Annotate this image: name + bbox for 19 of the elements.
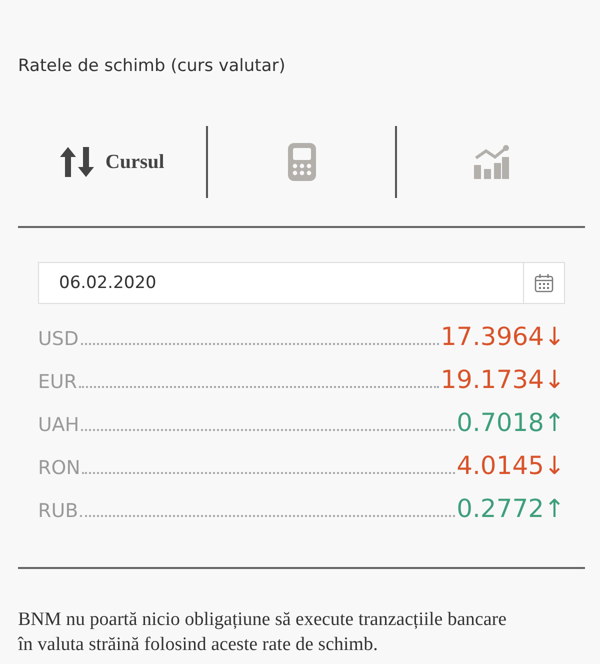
currency-code: RON xyxy=(38,457,80,479)
exchange-rate: 0.2772↑ xyxy=(456,494,565,523)
up-down-arrows-icon xyxy=(59,146,96,178)
exchange-rate: 19.1734↓ xyxy=(440,365,565,394)
currency-code: RUB xyxy=(38,500,78,522)
rates-tab[interactable]: Cursul xyxy=(18,132,206,192)
exchange-rate: 4.0145↓ xyxy=(456,451,565,480)
currency-code: UAH xyxy=(38,414,80,436)
exchange-rate: 17.3964↓ xyxy=(440,322,565,351)
calendar-icon xyxy=(534,273,554,293)
widget-title: Ratele de schimb (curs valutar) xyxy=(18,56,286,76)
bar-chart-icon xyxy=(473,145,510,179)
calculator-icon xyxy=(288,143,316,181)
date-field[interactable]: 06.02.2020 xyxy=(38,262,524,304)
currency-code: EUR xyxy=(38,371,78,393)
exchange-rate: 0.7018↑ xyxy=(456,408,565,437)
currency-code: USD xyxy=(38,328,79,350)
disclaimer-text: BNM nu poartă nicio obligațiune să execute tranzacțiile bancare în valuta străină folosind aceste rate de schimb. xyxy=(18,608,508,657)
calendar-button[interactable] xyxy=(524,262,565,304)
